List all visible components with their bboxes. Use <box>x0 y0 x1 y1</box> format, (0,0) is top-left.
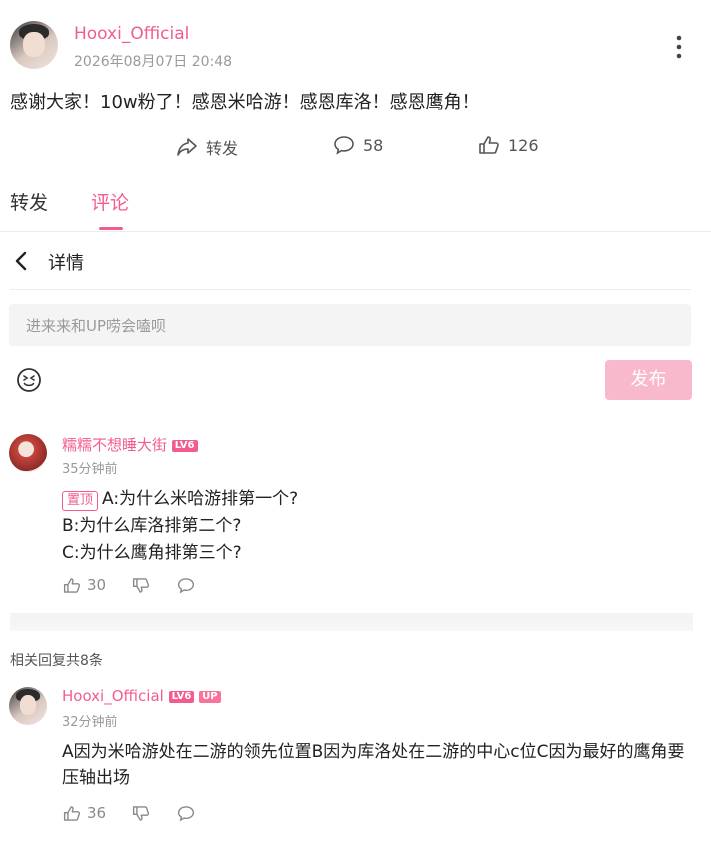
repost-button[interactable]: 转发 <box>176 135 238 159</box>
like-button[interactable]: 126 <box>478 135 539 155</box>
more-options-icon[interactable] <box>672 34 686 60</box>
thumbs-down-icon[interactable] <box>132 577 150 594</box>
top-comment-avatar[interactable] <box>9 434 47 472</box>
comment-input-placeholder: 进来来和UP唠会嗑呗 <box>26 317 167 335</box>
top-comment-line: B:为什么库洛排第二个? <box>62 516 242 536</box>
comment-count: 58 <box>363 135 384 155</box>
send-button[interactable]: 发布 <box>605 360 692 400</box>
reply-bubble-icon[interactable] <box>177 805 195 822</box>
share-arrow-icon <box>176 137 198 157</box>
thumbs-down-icon[interactable] <box>132 805 150 822</box>
reply-time: 32分钟前 <box>62 715 118 730</box>
thumbs-up-icon <box>478 135 500 155</box>
reply-like-button[interactable]: 36 <box>63 804 106 822</box>
reply-author[interactable]: Hooxi_Official LV6 UP <box>62 687 221 705</box>
tab-comments[interactable]: 评论 <box>91 188 129 215</box>
replies-count-label: 相关回复共8条 <box>10 653 103 669</box>
like-count: 126 <box>508 135 539 155</box>
up-badge: UP <box>199 690 221 703</box>
post-content: 感谢大家！10w粉了！感恩米哈游！感恩库洛！感恩鹰角！ <box>10 92 480 113</box>
comment-count-button[interactable]: 58 <box>333 135 383 155</box>
reply-text: A因为米哈游处在二游的领先位置B因为库洛处在二游的中心c位C因为最好的鹰角要压轴… <box>62 742 685 788</box>
thumbs-up-icon <box>63 805 81 822</box>
tab-active-indicator <box>99 227 123 230</box>
reply-bubble-icon[interactable] <box>177 577 195 594</box>
comment-input-box[interactable]: 进来来和UP唠会嗑呗 <box>9 304 691 346</box>
repost-label: 转发 <box>206 139 239 158</box>
reply-avatar[interactable] <box>9 687 47 725</box>
detail-title: 详情 <box>48 253 84 274</box>
pinned-badge: 置顶 <box>62 491 99 511</box>
top-comment-like-button[interactable]: 30 <box>63 576 106 594</box>
reply-like-count: 36 <box>87 804 107 822</box>
back-arrow-icon[interactable] <box>14 251 28 271</box>
post-timestamp: 2026年08月07日 20:48 <box>74 54 233 70</box>
tab-repost[interactable]: 转发 <box>10 188 48 215</box>
level-badge: LV6 <box>171 439 198 452</box>
level-badge: LV6 <box>168 690 195 703</box>
top-comment-time: 35分钟前 <box>62 462 118 477</box>
top-comment-like-count: 30 <box>87 576 107 594</box>
emoji-icon[interactable] <box>16 367 42 393</box>
top-comment-body: 置顶 A:为什么米哈游排第一个? B:为什么库洛排第二个? C:为什么鹰角排第三个… <box>62 486 298 567</box>
thumbs-up-icon <box>63 577 81 594</box>
top-comment-username: 糯糯不想睡大街 <box>62 436 168 454</box>
tabs-divider <box>0 231 711 232</box>
post-author-name[interactable]: Hooxi_Official <box>74 24 189 44</box>
section-divider <box>10 613 693 631</box>
top-comment-author[interactable]: 糯糯不想睡大街 LV6 <box>62 434 198 455</box>
top-comment-line: A:为什么米哈游排第一个? <box>102 489 299 509</box>
reply-username: Hooxi_Official <box>62 687 164 705</box>
post-author-avatar[interactable] <box>10 21 58 69</box>
top-comment-line: C:为什么鹰角排第三个? <box>62 543 242 563</box>
comment-bubble-icon <box>333 135 355 155</box>
detail-divider <box>10 289 691 290</box>
